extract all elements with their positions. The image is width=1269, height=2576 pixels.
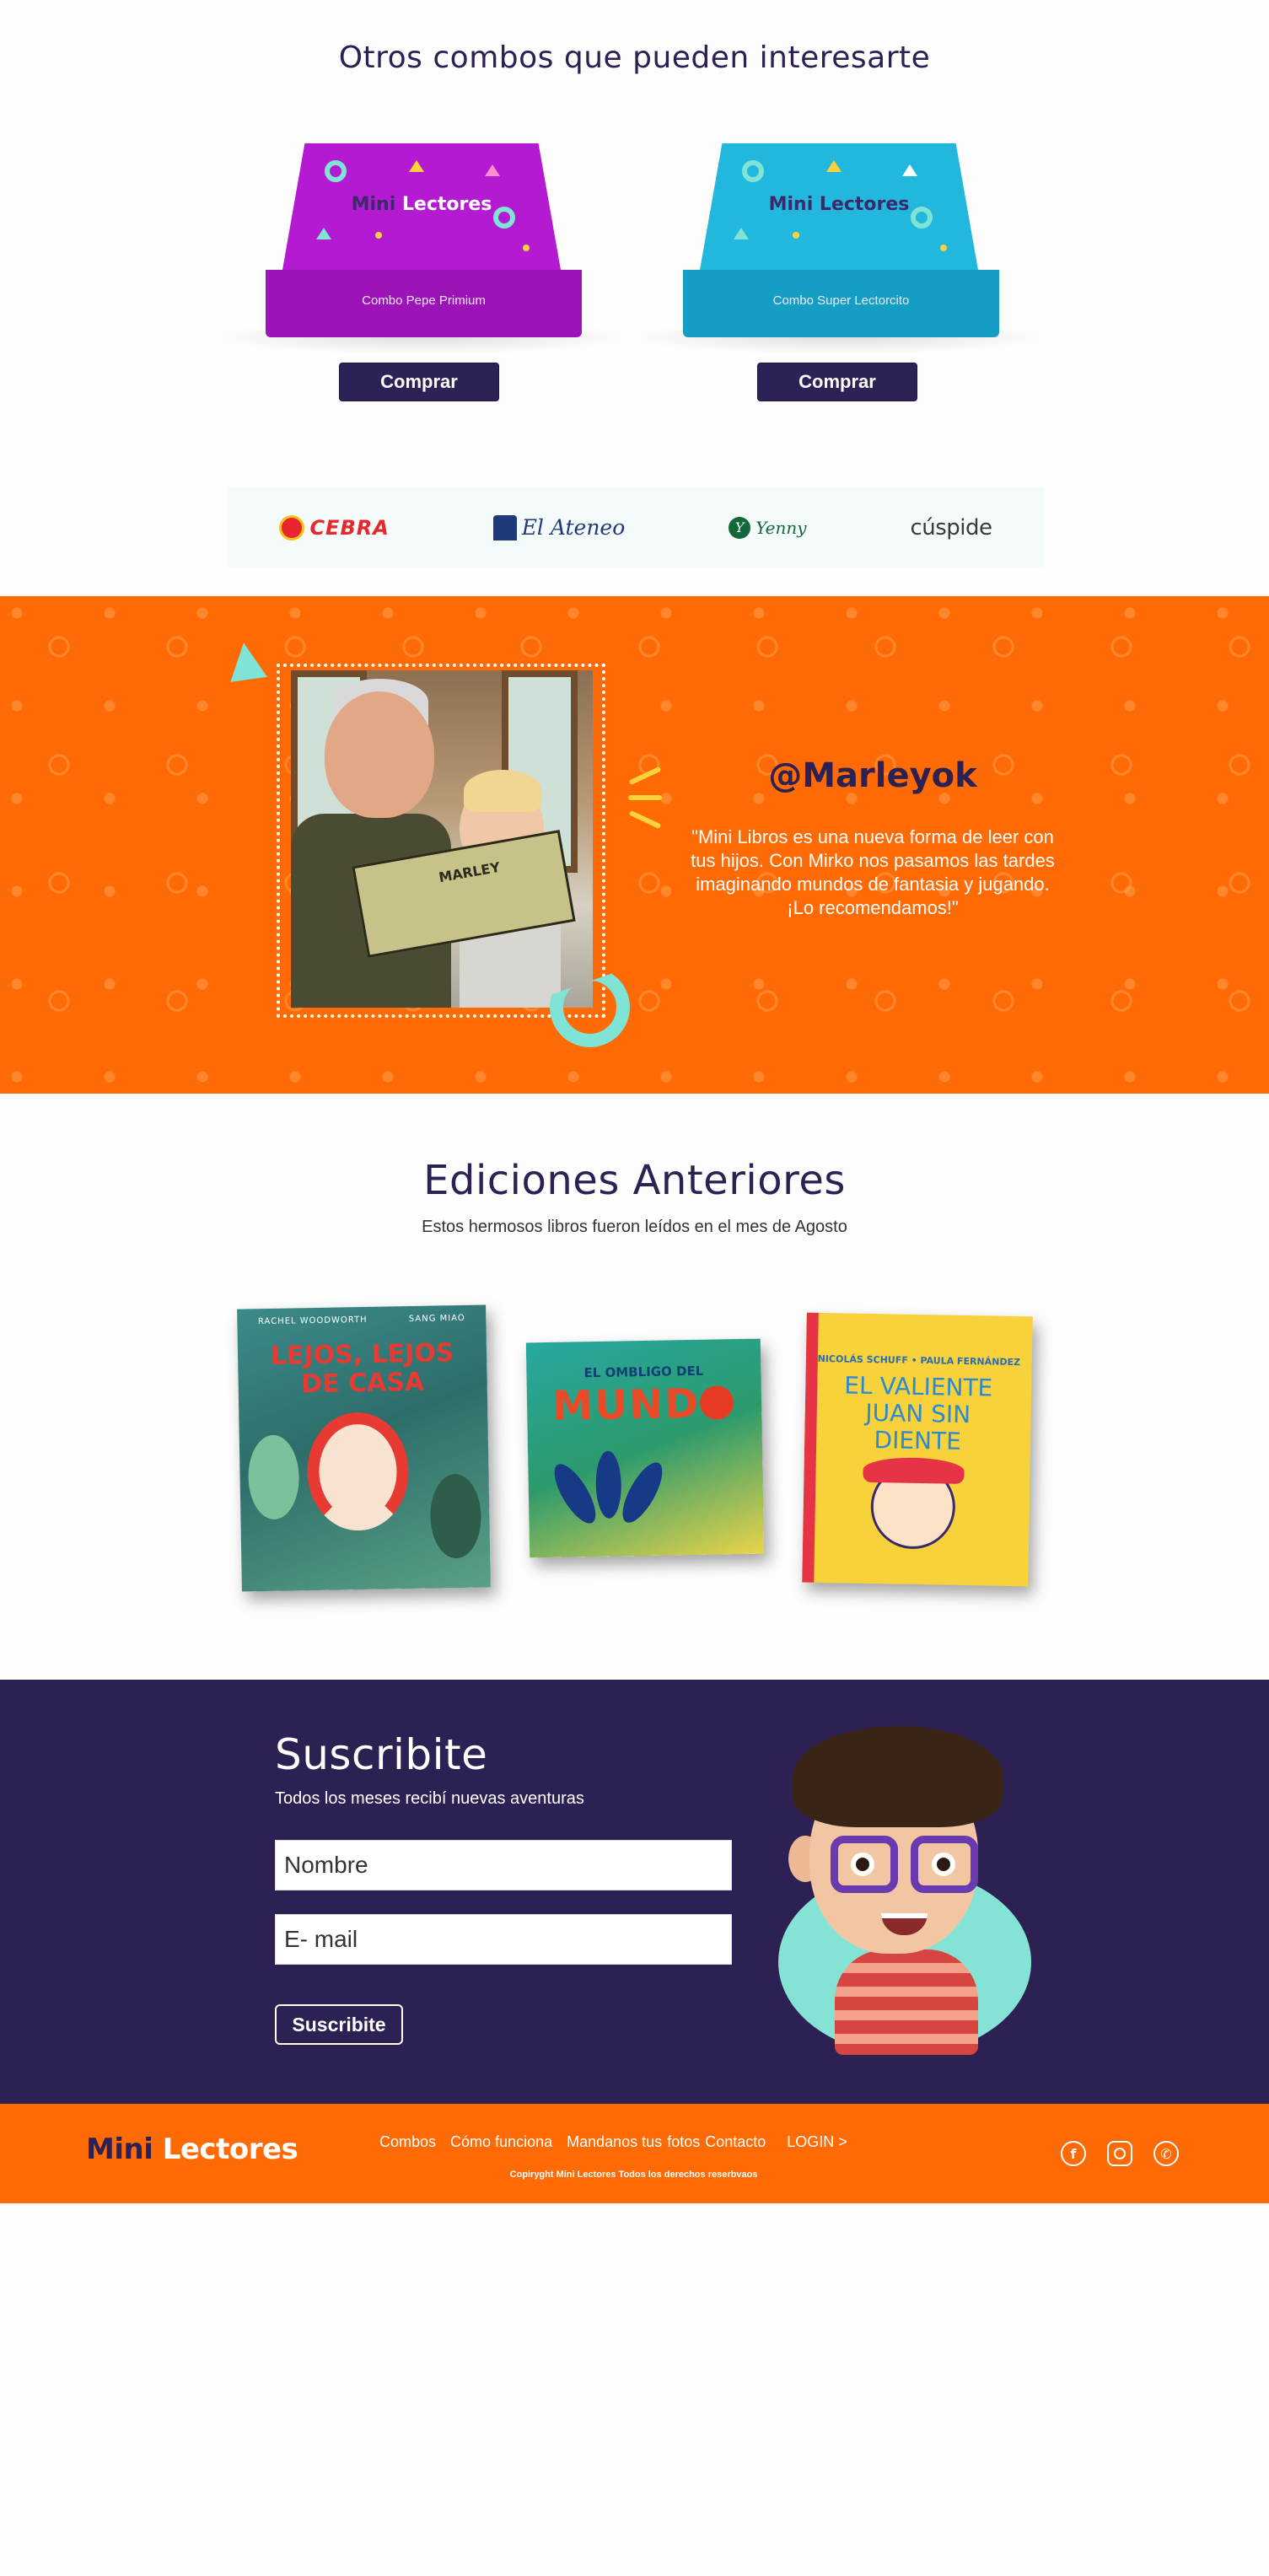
combo-box-image[interactable]: Mini Lectores Combo Pepe Primium [266,143,582,337]
copyright: Copiryght Mini Lectores Todos los derech… [509,2170,758,2180]
combos-section: Otros combos que pueden interesarte Mini… [0,0,1269,582]
footer-link-combos[interactable]: Combos [379,2133,436,2151]
footer-logo[interactable]: Mini Lectores [86,2132,298,2166]
box-brand: Mini Lectores [768,194,910,215]
footer-link-login[interactable]: LOGIN > [787,2133,847,2151]
mascot-illustration [763,1726,1050,2055]
cebra-logo-icon [279,514,305,540]
footer-link-fotos[interactable]: fotos [667,2133,700,2151]
book-title: EL OMBLIGO DEL [583,1363,704,1381]
name-field[interactable] [275,1840,732,1890]
testimonial-handle[interactable]: @Marleyok [687,756,1058,795]
book-cover-juan[interactable]: NICOLÁS SCHUFF • PAULA FERNÁNDEZ EL VALI… [802,1312,1033,1587]
combo-box-image[interactable]: Mini Lectores Combo Super Lectorcito [683,143,999,337]
email-field[interactable] [275,1914,732,1965]
page-blank-area [0,2203,1269,2576]
buy-button[interactable]: Comprar [757,363,917,401]
partner-ateneo[interactable]: El Ateneo [492,514,625,540]
footer: Mini Lectores Combos Cómo funciona Manda… [0,2104,1269,2203]
past-editions-title: Ediciones Anteriores [423,1157,846,1204]
past-editions-subtitle: Estos hermosos libros fueron leídos en e… [422,1218,847,1236]
testimonial-photo: MARLEY [291,670,593,1008]
partner-yenny[interactable]: Y Yenny [729,516,807,539]
partner-cuspide[interactable]: cúspide [910,515,992,540]
combos-title: Otros combos que pueden interesarte [338,40,931,75]
social-links: f ✆ [1061,2141,1179,2166]
combo-name: Combo Super Lectorcito [772,293,910,308]
yenny-logo-icon: Y [729,516,751,539]
footer-nav: Combos Cómo funciona Mandanos tus fotos … [379,2133,862,2151]
partner-cebra[interactable]: CEBRA [279,514,389,540]
triangle-decoration [225,640,267,682]
subscribe-title: Suscribite [275,1730,488,1779]
book-cover-lejos[interactable]: RACHEL WOODWORTH SANG MIAO LEJOS, LEJOS … [237,1304,491,1592]
rays-decoration [628,766,662,830]
buy-button[interactable]: Comprar [339,363,499,401]
instagram-icon[interactable] [1107,2141,1132,2166]
testimonial-section: MARLEY @Marleyok "Mini Libros es una nue… [0,596,1269,1094]
subscribe-section: Suscribite Todos los meses recibí nuevas… [0,1680,1269,2104]
book-cover-ombligo[interactable]: EL OMBLIGO DEL MUNDO [525,1338,765,1558]
ateneo-logo-icon [492,514,517,540]
past-editions-section: Ediciones Anteriores Estos hermosos libr… [0,1094,1269,1680]
book-title: LEJOS, LEJOS DE CASA [270,1338,454,1400]
combo-name: Combo Pepe Primium [362,293,486,308]
testimonial-quote: "Mini Libros es una nueva forma de leer … [691,826,1055,918]
footer-link-contacto[interactable]: Contacto [705,2133,766,2151]
book-title: EL VALIENTE JUAN SIN DIENTE [844,1371,993,1455]
footer-link-como-funciona[interactable]: Cómo funciona [450,2133,552,2151]
subscribe-lead: Todos los meses recibí nuevas aventuras [275,1789,584,1808]
combo-card: Mini Lectores Combo Super Lectorcito Com… [628,126,1050,413]
whatsapp-icon[interactable]: ✆ [1153,2141,1179,2166]
partner-logos: CEBRA El Ateneo Y Yenny cúspide [228,487,1044,567]
combo-card: Mini Lectores Combo Pepe Primium Comprar [211,126,632,413]
facebook-icon[interactable]: f [1061,2141,1086,2166]
footer-link-mandanos[interactable]: Mandanos tus [567,2133,662,2151]
subscribe-button[interactable]: Suscribite [275,2004,403,2045]
box-brand: Mini Lectores [351,194,492,215]
cuspide-logo-icon: cúspide [910,514,992,540]
